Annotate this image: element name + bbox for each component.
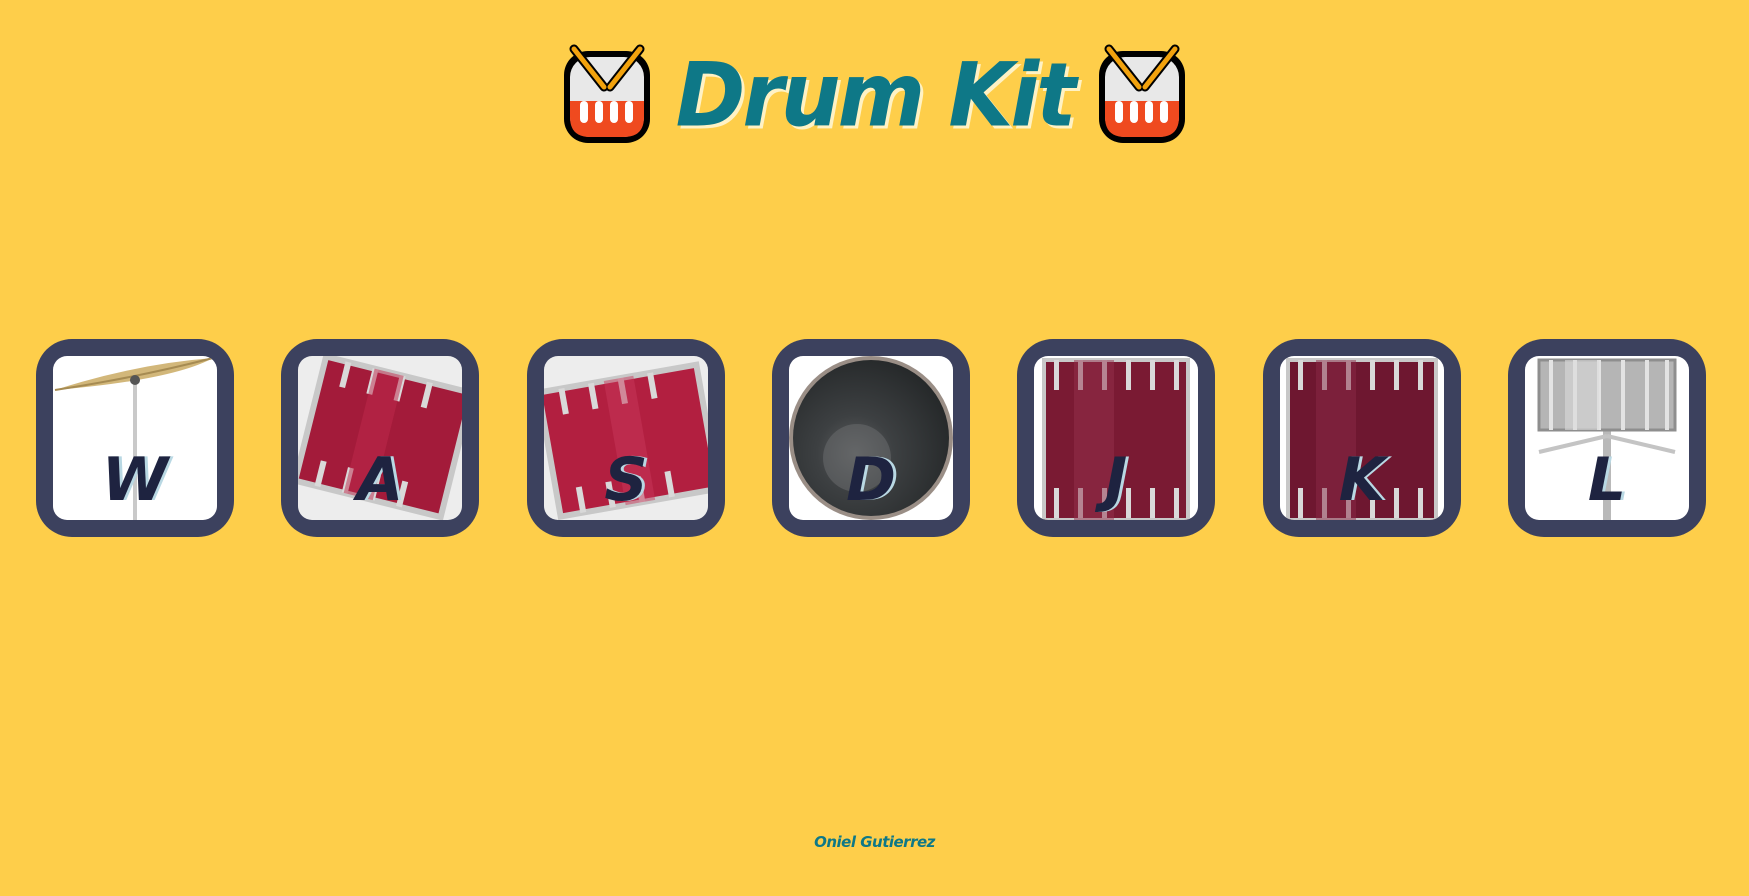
key-label-d: D [846, 445, 896, 515]
drum-button-k[interactable]: K [1263, 339, 1461, 537]
drum-set: W A S D J K L [0, 339, 1749, 539]
key-label-w: W [101, 445, 169, 515]
drum-button-s[interactable]: S [527, 339, 725, 537]
drum-pad: W [53, 356, 217, 520]
drum-button-j[interactable]: J [1017, 339, 1215, 537]
key-label-l: L [1587, 445, 1627, 515]
key-label-k: K [1338, 445, 1386, 515]
drum-button-l[interactable]: L [1508, 339, 1706, 537]
drum-pad: D [789, 356, 953, 520]
drum-icon [1099, 44, 1186, 143]
key-label-a: A [356, 445, 404, 515]
header: Drum Kit [0, 40, 1749, 150]
drum-button-d[interactable]: D [772, 339, 970, 537]
drum-pad: K [1280, 356, 1444, 520]
drum-button-a[interactable]: A [281, 339, 479, 537]
key-label-j: J [1104, 445, 1128, 515]
drum-pad: L [1525, 356, 1689, 520]
drum-button-w[interactable]: W [36, 339, 234, 537]
drum-pad: A [298, 356, 462, 520]
drum-pad: S [544, 356, 708, 520]
page-title: Drum Kit [675, 43, 1077, 147]
footer-credit: Oniel Gutierrez [814, 833, 935, 851]
drum-pad: J [1034, 356, 1198, 520]
key-label-s: S [604, 445, 648, 515]
drum-icon [563, 44, 650, 143]
